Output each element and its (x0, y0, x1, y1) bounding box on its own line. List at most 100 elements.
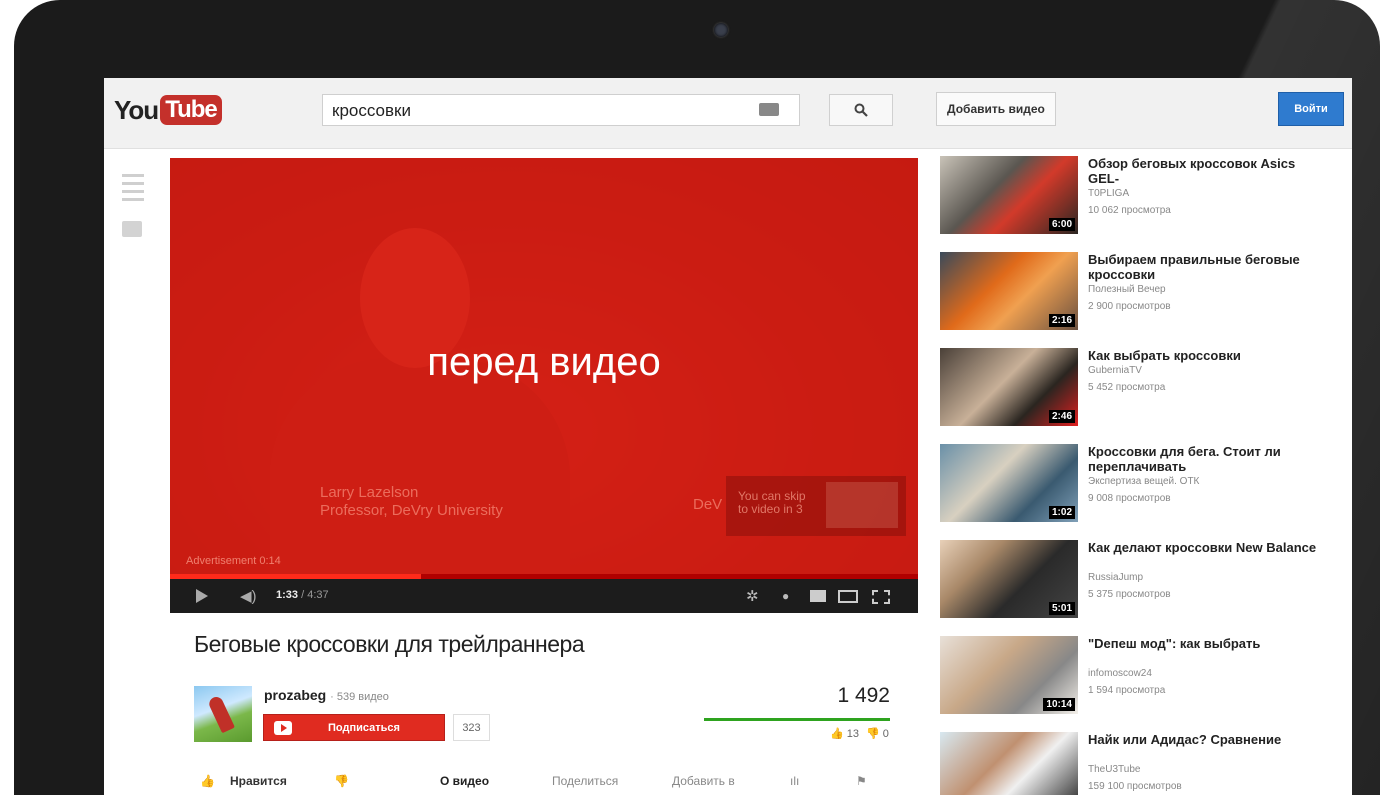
related-video-channel[interactable]: GuberniaTV (1088, 365, 1142, 376)
masthead: You Tube Добавить видео Войти (104, 78, 1352, 149)
related-video-views: 5 375 просмотров (1088, 589, 1171, 600)
video-player[interactable]: перед видео Larry Lazelson Professor, De… (170, 158, 918, 613)
video-thumbnail[interactable]: 2:16 (940, 252, 1078, 330)
duration-badge: 2:16 (1048, 314, 1075, 327)
lower-third: Larry Lazelson Professor, DeVry Universi… (320, 484, 503, 520)
like-button[interactable]: Нравится (230, 774, 287, 788)
volume-icon[interactable]: ◀) (240, 587, 257, 605)
related-video-title[interactable]: Выбираем правильные беговые кроссовки (1088, 252, 1328, 282)
related-video-title[interactable]: Кроссовки для бега. Стоит ли переплачива… (1088, 444, 1328, 474)
related-video-title[interactable]: Как делают кроссовки New Balance (1088, 540, 1328, 555)
current-time: 1:33 (276, 589, 299, 601)
guide-menu-icon[interactable] (122, 174, 144, 201)
dislike-count: 👎 0 (866, 728, 889, 740)
speaker-name: Larry Lazelson (320, 484, 419, 501)
guide-rail (122, 174, 144, 237)
related-video-channel[interactable]: infomoscow24 (1088, 668, 1152, 679)
settings-icon[interactable]: ✲ (746, 587, 759, 605)
brand-text: DeV (693, 496, 723, 513)
related-video-item[interactable]: 1:02 Кроссовки для бега. Стоит ли перепла… (940, 444, 1340, 530)
video-thumbnail[interactable]: 10:14 (940, 636, 1078, 714)
youtube-logo[interactable]: You Tube (114, 92, 222, 128)
large-player-icon[interactable] (838, 590, 858, 603)
related-video-channel[interactable]: TheU3Tube (1088, 764, 1140, 775)
search-icon (854, 103, 868, 117)
like-ratio-bar (704, 718, 890, 721)
guide-subscriptions-icon[interactable] (122, 221, 142, 237)
logo-you: You (114, 94, 159, 125)
action-bar: 👍 Нравится 👎 О видео Поделиться Добавить… (194, 772, 894, 795)
related-video-views: 9 008 просмотров (1088, 493, 1171, 504)
related-video-title[interactable]: "Dепеш мод": как выбрать (1088, 636, 1328, 651)
related-video-views: 2 900 просмотров (1088, 301, 1171, 312)
subscribe-button[interactable]: Подписаться (263, 714, 445, 741)
small-player-icon[interactable] (810, 590, 826, 602)
player-controls: ◀) 1:33 / 4:37 ✲ ● (170, 579, 918, 613)
search-box (322, 94, 800, 126)
related-video-title[interactable]: Найк или Адидас? Сравнение (1088, 732, 1328, 747)
browser-screen: You Tube Добавить видео Войти (104, 78, 1352, 795)
search-button[interactable] (829, 94, 893, 126)
signin-button[interactable]: Войти (1278, 92, 1344, 126)
duration-badge: 10:14 (1043, 698, 1075, 711)
video-thumbnail[interactable]: 6:00 (940, 156, 1078, 234)
like-count: 👍 13 (830, 728, 860, 740)
subscribe-label: Подписаться (328, 721, 400, 734)
channel-info: prozabeg · 539 видео (264, 687, 389, 703)
logo-tube: Tube (160, 95, 222, 125)
related-video-item[interactable]: 2:46 Как выбрать кроссовки GuberniaTV 5 452… (940, 348, 1340, 434)
tab-share[interactable]: Поделиться (552, 774, 618, 788)
related-video-item[interactable]: 6:00 Обзор беговых кроссовок Asics GEL- T0… (940, 156, 1340, 242)
device-bezel: You Tube Добавить видео Войти (14, 0, 1380, 795)
fullscreen-icon[interactable] (872, 590, 890, 604)
youtube-play-icon (274, 720, 292, 735)
related-video-channel[interactable]: Полезный Вечер (1088, 284, 1166, 295)
related-video-channel[interactable]: T0PLIGA (1088, 188, 1129, 199)
video-thumbnail[interactable]: 5:01 (940, 540, 1078, 618)
channel-name[interactable]: prozabeg (264, 687, 326, 703)
video-title: Беговые кроссовки для трейлраннера (194, 631, 585, 657)
thumbs-up-icon[interactable]: 👍 (200, 774, 215, 788)
flag-icon[interactable]: ⚑ (856, 774, 867, 788)
keyboard-icon[interactable] (759, 103, 779, 116)
subscriber-count: 323 (453, 714, 490, 741)
video-thumbnail[interactable] (940, 732, 1078, 795)
thumbs-down-icon[interactable]: 👎 (334, 774, 349, 788)
overlay-caption: перед видео (427, 340, 661, 384)
play-icon[interactable] (196, 589, 208, 603)
ad-label: Advertisement 0:14 (186, 555, 281, 567)
related-video-item[interactable]: Найк или Адидас? Сравнение TheU3Tube 159 1… (940, 732, 1340, 795)
related-video-views: 159 100 просмотров (1088, 781, 1182, 792)
related-video-title[interactable]: Обзор беговых кроссовок Asics GEL- (1088, 156, 1328, 186)
tab-add-to[interactable]: Добавить в (672, 774, 735, 788)
video-thumbnail[interactable]: 2:46 (940, 348, 1078, 426)
upload-button[interactable]: Добавить видео (936, 92, 1056, 126)
duration-badge: 2:46 (1048, 410, 1075, 423)
camera-icon (714, 23, 728, 37)
related-video-item[interactable]: 10:14 "Dепеш мод": как выбрать infomoscow2… (940, 636, 1340, 722)
search-input[interactable] (330, 96, 734, 126)
related-video-channel[interactable]: Экспертиза вещей. ОТК (1088, 476, 1199, 487)
skip-countdown: You can skip to video in 3 (738, 489, 806, 516)
time-display: 1:33 / 4:37 (276, 589, 329, 601)
skip-thumbnail (826, 482, 898, 528)
related-video-channel[interactable]: RussiaJump (1088, 572, 1143, 583)
channel-video-count[interactable]: · 539 видео (330, 691, 389, 703)
tab-about[interactable]: О видео (440, 774, 489, 788)
channel-avatar[interactable] (194, 686, 252, 742)
related-video-views: 5 452 просмотра (1088, 382, 1166, 393)
related-video-title[interactable]: Как выбрать кроссовки (1088, 348, 1328, 363)
total-time: / 4:37 (301, 589, 329, 601)
related-video-views: 1 594 просмотра (1088, 685, 1166, 696)
video-thumbnail[interactable]: 1:02 (940, 444, 1078, 522)
stats-icon[interactable]: ılı (790, 774, 799, 788)
view-count: 1 492 (837, 684, 890, 707)
red-overlay (170, 158, 918, 613)
related-video-views: 10 062 просмотра (1088, 205, 1171, 216)
annotations-icon[interactable]: ● (782, 589, 789, 603)
related-video-item[interactable]: 2:16 Выбираем правильные беговые кроссовк… (940, 252, 1340, 338)
speaker-title: Professor, DeVry University (320, 502, 503, 519)
related-video-item[interactable]: 5:01 Как делают кроссовки New Balance Russ… (940, 540, 1340, 626)
duration-badge: 1:02 (1048, 506, 1075, 519)
skip-ad-box[interactable]: You can skip to video in 3 (726, 476, 906, 536)
